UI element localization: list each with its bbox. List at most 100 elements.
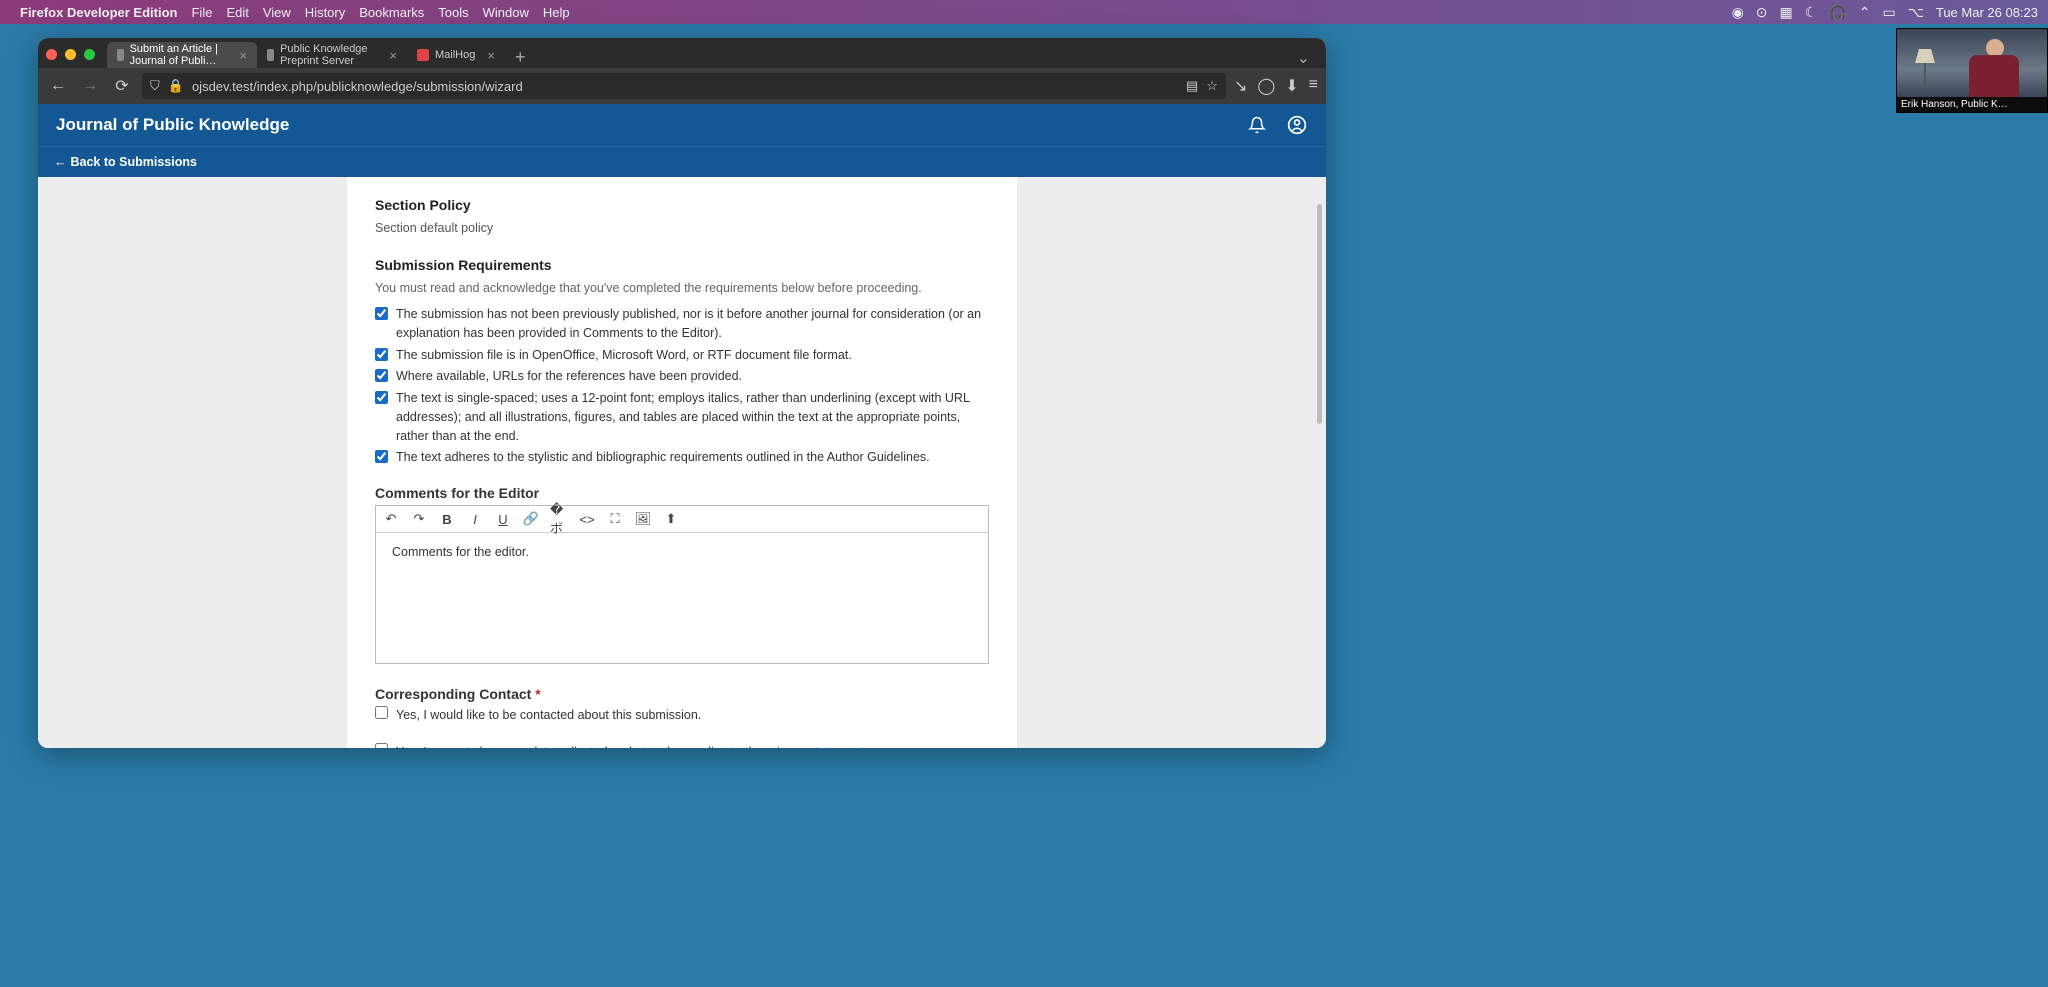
requirement-checkbox-3[interactable]: [375, 391, 388, 404]
requirement-item: The text adheres to the stylistic and bi…: [375, 448, 989, 467]
requirement-item: The text is single-spaced; uses a 12-poi…: [375, 389, 989, 445]
privacy-prefix: Yes, I agree to have my data collected a…: [396, 745, 766, 748]
headphones-icon[interactable]: 🎧: [1829, 4, 1846, 21]
scrollbar-thumb[interactable]: [1317, 204, 1322, 424]
tab-0[interactable]: Submit an Article | Journal of Publi… ×: [107, 42, 257, 68]
bold-icon[interactable]: B: [438, 510, 456, 528]
corresponding-contact-checkbox[interactable]: [375, 706, 388, 719]
rich-text-editor: ↶ ↷ B I U 🔗 �ボ <> ⛶ 🖼 ⬆ Comments for the…: [375, 505, 989, 664]
tab-2[interactable]: MailHog ×: [407, 42, 505, 68]
requirement-label: The text adheres to the stylistic and bi…: [396, 448, 989, 467]
video-caption: Erik Hanson, Public K…: [1897, 97, 2047, 112]
window-maximize-button[interactable]: [84, 49, 95, 60]
undo-icon[interactable]: ↶: [382, 510, 400, 528]
privacy-consent-row: Yes, I agree to have my data collected a…: [375, 743, 989, 748]
hamburger-menu-icon[interactable]: ≡: [1309, 76, 1318, 96]
browser-window: Submit an Article | Journal of Publi… × …: [38, 38, 1326, 748]
menu-help[interactable]: Help: [543, 5, 570, 20]
nav-back-button[interactable]: ←: [46, 74, 70, 98]
arrow-left-icon: ←: [54, 155, 67, 169]
control-center-icon[interactable]: ⌥: [1908, 4, 1924, 21]
privacy-consent-checkbox[interactable]: [375, 743, 388, 748]
fullscreen-icon[interactable]: ⛶: [606, 510, 624, 528]
extension-icon[interactable]: ↘: [1234, 76, 1247, 96]
corresponding-heading-text: Corresponding Contact: [375, 686, 531, 702]
privacy-consent-label: Yes, I agree to have my data collected a…: [396, 743, 867, 748]
menubar-app-name[interactable]: Firefox Developer Edition: [20, 5, 177, 20]
requirements-heading: Submission Requirements: [375, 257, 989, 273]
section-policy-heading: Section Policy: [375, 197, 989, 213]
tab-strip: Submit an Article | Journal of Publi… × …: [38, 38, 1326, 68]
requirement-checkbox-2[interactable]: [375, 369, 388, 382]
favicon-icon: [267, 49, 274, 61]
menu-edit[interactable]: Edit: [226, 5, 248, 20]
requirement-checkbox-4[interactable]: [375, 450, 388, 463]
video-participant-thumbnail[interactable]: Erik Hanson, Public K…: [1896, 28, 2048, 113]
url-input[interactable]: ⛉ 🔒 ojsdev.test/index.php/publicknowledg…: [142, 73, 1226, 99]
submission-form-panel: Section Policy Section default policy Su…: [347, 177, 1017, 748]
menu-file[interactable]: File: [191, 5, 212, 20]
menu-bookmarks[interactable]: Bookmarks: [359, 5, 424, 20]
comments-heading: Comments for the Editor: [375, 485, 989, 501]
image-icon[interactable]: 🖼: [634, 510, 652, 528]
bookmark-star-icon[interactable]: ☆: [1206, 78, 1218, 94]
notifications-bell-icon[interactable]: [1246, 114, 1268, 136]
tab-dropdown-icon[interactable]: ⌄: [1289, 48, 1318, 68]
nav-forward-button[interactable]: →: [78, 74, 102, 98]
tab-1[interactable]: Public Knowledge Preprint Server ×: [257, 42, 407, 68]
menu-view[interactable]: View: [263, 5, 291, 20]
editor-body[interactable]: Comments for the editor.: [376, 533, 988, 663]
account-icon[interactable]: ◯: [1257, 76, 1275, 96]
upload-icon[interactable]: ⬆: [662, 510, 680, 528]
menu-tools[interactable]: Tools: [438, 5, 468, 20]
requirement-checkbox-1[interactable]: [375, 348, 388, 361]
favicon-icon: [117, 49, 124, 61]
requirement-label: The submission file is in OpenOffice, Mi…: [396, 346, 989, 365]
link-icon[interactable]: 🔗: [522, 510, 540, 528]
record-icon[interactable]: ◉: [1732, 4, 1744, 21]
close-icon[interactable]: ×: [389, 48, 397, 63]
menu-window[interactable]: Window: [483, 5, 529, 20]
grid-icon[interactable]: ▦: [1780, 4, 1793, 21]
menu-history[interactable]: History: [305, 5, 345, 20]
shield-icon[interactable]: ⛉: [150, 78, 160, 94]
moon-icon[interactable]: ☾: [1805, 4, 1818, 21]
new-tab-button[interactable]: +: [505, 47, 536, 68]
close-icon[interactable]: ×: [487, 48, 495, 63]
corresponding-contact-row: Yes, I would like to be contacted about …: [375, 706, 989, 725]
tab-title: MailHog: [435, 49, 475, 61]
code-icon[interactable]: <>: [578, 510, 596, 528]
lamp-icon: [1913, 49, 1937, 89]
wifi-icon[interactable]: ⌃: [1859, 4, 1871, 21]
lock-icon[interactable]: 🔒: [168, 78, 184, 94]
privacy-statement-link[interactable]: privacy statement: [766, 745, 864, 748]
menubar-clock[interactable]: Tue Mar 26 08:23: [1936, 5, 2038, 20]
window-minimize-button[interactable]: [65, 49, 76, 60]
requirement-label: The submission has not been previously p…: [396, 305, 989, 343]
requirements-checklist: The submission has not been previously p…: [375, 305, 989, 467]
privacy-suffix: .: [864, 745, 867, 748]
page-header: Journal of Public Knowledge ← Back to Su…: [38, 104, 1326, 177]
window-close-button[interactable]: [46, 49, 57, 60]
favicon-icon: [417, 49, 429, 61]
user-account-icon[interactable]: [1286, 114, 1308, 136]
requirement-checkbox-0[interactable]: [375, 307, 388, 320]
close-icon[interactable]: ×: [239, 48, 247, 63]
person-silhouette: [1969, 39, 2019, 97]
redo-icon[interactable]: ↷: [410, 510, 428, 528]
tab-title: Public Knowledge Preprint Server: [280, 43, 377, 67]
video-scene: [1897, 29, 2047, 97]
download-icon[interactable]: ⬇: [1285, 76, 1298, 96]
browser-icon[interactable]: ⊙: [1756, 4, 1768, 21]
unlink-icon[interactable]: �ボ: [550, 510, 568, 528]
back-to-submissions-link[interactable]: ← Back to Submissions: [54, 155, 197, 169]
underline-icon[interactable]: U: [494, 510, 512, 528]
corresponding-contact-label: Yes, I would like to be contacted about …: [396, 706, 701, 725]
requirement-item: The submission file is in OpenOffice, Mi…: [375, 346, 989, 365]
reader-icon[interactable]: ▤: [1186, 78, 1198, 94]
italic-icon[interactable]: I: [466, 510, 484, 528]
editor-toolbar: ↶ ↷ B I U 🔗 �ボ <> ⛶ 🖼 ⬆: [376, 506, 988, 533]
nav-reload-button[interactable]: ⟳: [110, 74, 134, 98]
battery-icon[interactable]: ▭: [1882, 4, 1895, 21]
tab-title: Submit an Article | Journal of Publi…: [130, 43, 228, 67]
